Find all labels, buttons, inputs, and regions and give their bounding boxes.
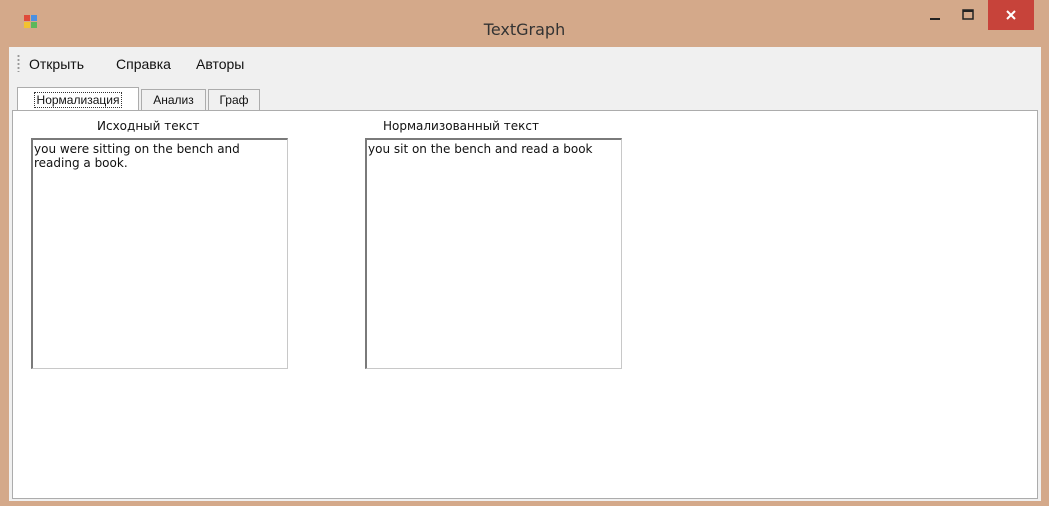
menu-open[interactable]: Открыть bbox=[29, 56, 84, 72]
maximize-icon bbox=[962, 9, 974, 20]
normalized-text-output[interactable]: you sit on the bench and read a book bbox=[365, 138, 622, 369]
tab-normalization[interactable]: Нормализация bbox=[17, 87, 139, 111]
minimize-button[interactable] bbox=[922, 0, 948, 30]
close-button[interactable] bbox=[988, 0, 1034, 30]
normalization-panel: Исходный текст Нормализованный текст you… bbox=[12, 110, 1038, 499]
tab-analysis[interactable]: Анализ bbox=[141, 89, 206, 110]
tab-analysis-label: Анализ bbox=[153, 93, 194, 107]
source-text-input[interactable]: you were sitting on the bench and readin… bbox=[31, 138, 288, 369]
tab-normalization-label: Нормализация bbox=[33, 91, 123, 108]
close-icon bbox=[1006, 10, 1016, 20]
window-title: TextGraph bbox=[483, 20, 566, 39]
tab-graph[interactable]: Граф bbox=[208, 89, 260, 110]
tab-graph-label: Граф bbox=[219, 93, 249, 107]
title-bar[interactable]: TextGraph bbox=[0, 0, 1049, 47]
tab-strip: Нормализация Анализ Граф bbox=[9, 80, 1041, 111]
menu-help[interactable]: Справка bbox=[116, 56, 171, 72]
maximize-button[interactable] bbox=[955, 0, 981, 30]
minimize-icon bbox=[930, 18, 940, 20]
app-window: TextGraph Открыть Справка Авторы Нормали… bbox=[0, 0, 1049, 506]
menu-authors[interactable]: Авторы bbox=[196, 56, 244, 72]
menu-bar: Открыть Справка Авторы bbox=[9, 47, 1041, 80]
menu-grip-icon[interactable] bbox=[17, 54, 20, 72]
client-area: Открыть Справка Авторы Нормализация Анал… bbox=[9, 47, 1041, 501]
source-text-label: Исходный текст bbox=[97, 119, 200, 133]
normalized-text-label: Нормализованный текст bbox=[383, 119, 539, 133]
